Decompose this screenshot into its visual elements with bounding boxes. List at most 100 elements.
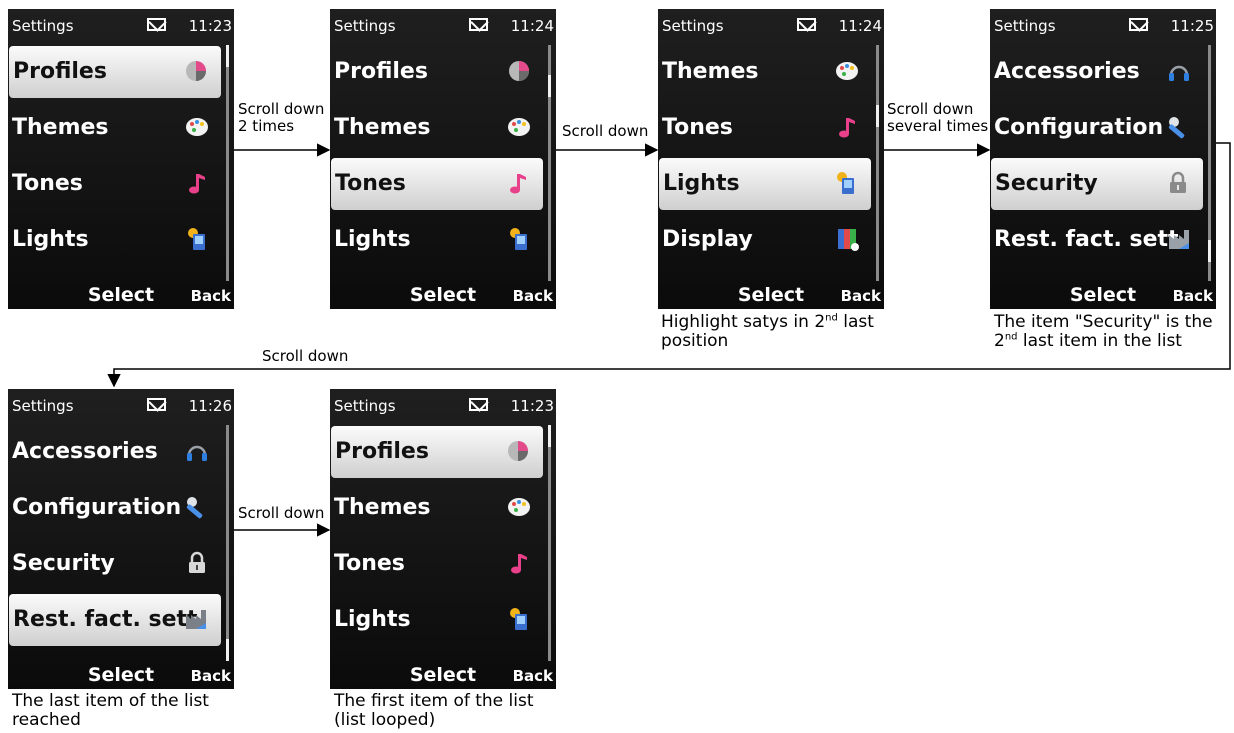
- menu-item-configuration[interactable]: Configuration: [8, 482, 222, 534]
- menu-item-tones[interactable]: Tones: [658, 102, 872, 154]
- screen-title: Settings: [12, 397, 74, 415]
- menu-item-lights[interactable]: Lights: [330, 214, 544, 266]
- transition-label-line: Scroll down: [562, 122, 649, 140]
- clock: 11:26: [188, 397, 232, 415]
- menu-item-label: Accessories: [994, 59, 1140, 84]
- caption-text: last: [837, 312, 874, 332]
- menu-item-lights[interactable]: Lights: [659, 158, 871, 210]
- display-icon: [835, 227, 859, 251]
- menu-item-accessories[interactable]: Accessories: [8, 426, 222, 478]
- menu-item-profiles[interactable]: Profiles: [330, 46, 544, 98]
- configuration-icon: [1167, 115, 1191, 139]
- menu-item-security[interactable]: Security: [8, 538, 222, 590]
- scrollbar-thumb[interactable]: [226, 45, 229, 67]
- tones-icon: [507, 551, 531, 575]
- caption-text: reached: [12, 710, 81, 730]
- screen-title: Settings: [662, 17, 724, 35]
- phone-screen-1: Settings 11:23 Profiles Themes Tones Lig…: [8, 9, 234, 309]
- menu-item-label: Security: [995, 171, 1098, 196]
- transition-label-line: Scroll down: [238, 504, 325, 522]
- menu-item-label: Profiles: [13, 59, 107, 84]
- themes-icon: [507, 495, 531, 519]
- menu-item-profiles[interactable]: Profiles: [331, 426, 543, 478]
- scrollbar[interactable]: [876, 45, 879, 281]
- status-bar: Settings 11:24: [330, 9, 556, 43]
- phone-screen-5: Settings 11:26 Accessories Configuration…: [8, 389, 234, 689]
- screen-title: Settings: [334, 397, 396, 415]
- caption-screen-4: The item "Security" is the 2nd last item…: [994, 313, 1213, 351]
- menu-item-label: Tones: [12, 171, 83, 196]
- menu-item-tones[interactable]: Tones: [8, 158, 222, 210]
- menu-item-profiles[interactable]: Profiles: [9, 46, 221, 98]
- menu-item-label: Themes: [12, 115, 109, 140]
- phone-screen-4: Settings 11:25 Accessories Configuration…: [990, 9, 1216, 309]
- caption-line: 2nd last item in the list: [994, 332, 1213, 351]
- menu-item-security[interactable]: Security: [991, 158, 1203, 210]
- caption-line: reached: [12, 711, 209, 730]
- back-softkey[interactable]: Back: [513, 287, 553, 305]
- menu-item-label: Lights: [12, 227, 89, 252]
- scrollbar[interactable]: [226, 425, 229, 661]
- menu-item-label: Lights: [334, 607, 411, 632]
- restore-icon: [1167, 227, 1191, 251]
- transition-label-1: Scroll down 2 times: [238, 101, 324, 135]
- menu-item-themes[interactable]: Themes: [658, 46, 872, 98]
- menu-item-tones[interactable]: Tones: [330, 538, 544, 590]
- menu-item-accessories[interactable]: Accessories: [990, 46, 1204, 98]
- menu-item-label: Configuration: [12, 495, 182, 520]
- scrollbar[interactable]: [548, 425, 551, 661]
- menu-item-lights[interactable]: Lights: [330, 594, 544, 646]
- back-softkey[interactable]: Back: [1173, 287, 1213, 305]
- clock: 11:25: [1170, 17, 1214, 35]
- themes-icon: [507, 115, 531, 139]
- transition-label-line: Scroll down: [887, 100, 974, 118]
- phone-screen-2: Settings 11:24 Profiles Themes Tones Lig…: [330, 9, 556, 309]
- status-bar: Settings 11:26: [8, 389, 234, 423]
- caption-line: The first item of the list: [334, 692, 534, 711]
- menu-item-label: Themes: [334, 115, 431, 140]
- scrollbar-thumb[interactable]: [1208, 240, 1211, 262]
- menu-item-label: Lights: [663, 171, 740, 196]
- menu-item-label: Configuration: [994, 115, 1164, 140]
- envelope-icon: [147, 18, 166, 31]
- clock: 11:23: [188, 17, 232, 35]
- menu-item-tones[interactable]: Tones: [331, 158, 543, 210]
- caption-text: position: [661, 331, 729, 351]
- scrollbar-thumb[interactable]: [548, 425, 551, 447]
- menu-item-label: Tones: [662, 115, 733, 140]
- caption-line: (list looped): [334, 711, 534, 730]
- scrollbar[interactable]: [226, 45, 229, 281]
- back-softkey[interactable]: Back: [841, 287, 881, 305]
- caption-line: The item "Security" is the: [994, 313, 1213, 332]
- menu-item-themes[interactable]: Themes: [8, 102, 222, 154]
- caption-text: The item "Security" is the: [994, 312, 1213, 332]
- menu-item-restore-factory-settings[interactable]: Rest. fact. sett.: [9, 594, 221, 646]
- configuration-icon: [185, 495, 209, 519]
- menu-item-restore-factory-settings[interactable]: Rest. fact. sett.: [990, 214, 1204, 266]
- menu-item-themes[interactable]: Themes: [330, 102, 544, 154]
- screen-title: Settings: [994, 17, 1056, 35]
- menu-item-themes[interactable]: Themes: [330, 482, 544, 534]
- scrollbar[interactable]: [1208, 45, 1211, 281]
- back-softkey[interactable]: Back: [191, 287, 231, 305]
- back-softkey[interactable]: Back: [191, 667, 231, 685]
- transition-label-2: Scroll down: [562, 123, 648, 140]
- caption-text: Highlight satys in 2: [661, 312, 826, 332]
- scrollbar-thumb[interactable]: [226, 639, 229, 661]
- menu-item-label: Accessories: [12, 439, 158, 464]
- scrollbar-thumb[interactable]: [548, 75, 551, 97]
- back-softkey[interactable]: Back: [513, 667, 553, 685]
- menu-item-label: Rest. fact. sett.: [13, 607, 206, 632]
- menu-item-configuration[interactable]: Configuration: [990, 102, 1204, 154]
- phone-screen-6: Settings 11:23 Profiles Themes Tones Lig…: [330, 389, 556, 689]
- clock: 11:23: [510, 397, 554, 415]
- scrollbar[interactable]: [548, 45, 551, 281]
- menu-item-lights[interactable]: Lights: [8, 214, 222, 266]
- caption-superscript: nd: [1004, 331, 1018, 343]
- caption-text: last item in the list: [1017, 331, 1182, 351]
- phone-screen-3: Settings 11:24 Themes Tones Lights Displ…: [658, 9, 884, 309]
- menu-item-label: Themes: [334, 495, 431, 520]
- menu-item-display[interactable]: Display: [658, 214, 872, 266]
- screen-title: Settings: [12, 17, 74, 35]
- scrollbar-thumb[interactable]: [876, 105, 879, 127]
